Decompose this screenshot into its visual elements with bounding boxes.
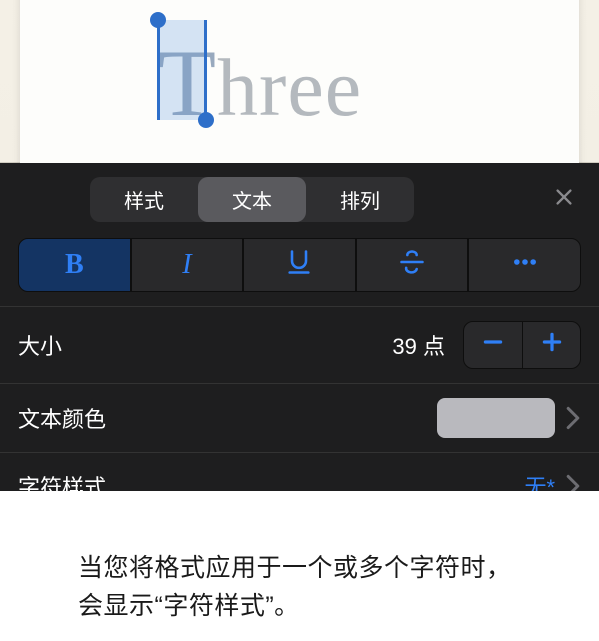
document-canvas[interactable]: Three: [0, 0, 599, 163]
strikethrough-icon: [398, 248, 426, 283]
italic-icon: I: [182, 249, 191, 281]
bold-button[interactable]: B: [18, 238, 131, 292]
minus-icon: [480, 329, 506, 361]
selection-handle-start[interactable]: [150, 12, 166, 28]
size-label: 大小: [18, 329, 62, 361]
plus-icon: [539, 329, 565, 361]
format-panel: 样式 文本 排列 B I: [0, 163, 599, 518]
sample-text-rest: hree: [217, 42, 362, 133]
underline-button[interactable]: [243, 238, 356, 292]
close-icon: [553, 186, 575, 213]
caption-line2: 会显示“字符样式”。: [78, 588, 512, 626]
tab-style[interactable]: 样式: [90, 177, 198, 222]
size-increase-button[interactable]: [522, 322, 580, 368]
text-color-label: 文本颜色: [18, 402, 106, 434]
text-selection-highlight[interactable]: [158, 20, 206, 120]
tab-text[interactable]: 文本: [198, 177, 306, 222]
underline-icon: [285, 248, 313, 283]
bold-icon: B: [65, 249, 84, 281]
selection-handle-end[interactable]: [198, 112, 214, 128]
italic-button[interactable]: I: [131, 238, 244, 292]
text-color-row[interactable]: 文本颜色: [0, 383, 599, 452]
panel-header-row: 样式 文本 排列: [0, 163, 599, 238]
size-row: 大小 39 点: [0, 306, 599, 383]
close-panel-button[interactable]: [547, 183, 581, 217]
strikethrough-button[interactable]: [356, 238, 469, 292]
more-icon: [511, 248, 539, 283]
more-text-options-button[interactable]: [468, 238, 581, 292]
text-color-swatch[interactable]: [437, 398, 555, 438]
size-decrease-button[interactable]: [464, 322, 522, 368]
text-style-toolbar: B I: [0, 238, 599, 306]
chevron-right-icon: [565, 406, 581, 430]
panel-tabs: 样式 文本 排列: [90, 177, 414, 222]
tab-arrange[interactable]: 排列: [306, 177, 414, 222]
size-stepper: [463, 321, 581, 369]
size-value: 39 点: [392, 329, 445, 361]
caption-line1: 当您将格式应用于一个或多个字符时，: [78, 550, 512, 588]
caption-text: 当您将格式应用于一个或多个字符时， 会显示“字符样式”。: [78, 550, 512, 625]
